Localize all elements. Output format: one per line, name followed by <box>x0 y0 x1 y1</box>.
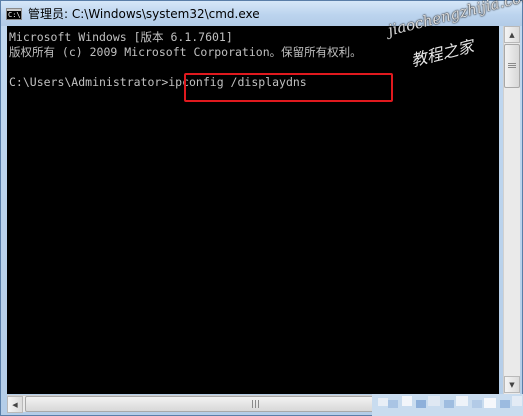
title-bar[interactable]: C:\ 管理员: C:\Windows\system32\cmd.exe <box>1 1 522 26</box>
grip-icon <box>508 63 516 69</box>
console-line-command: C:\Users\Administrator>ipconfig /display… <box>9 75 307 89</box>
arrow-down-icon[interactable]: ▼ <box>504 376 520 393</box>
console-output[interactable]: Microsoft Windows [版本 6.1.7601] 版权所有 (c)… <box>7 26 499 394</box>
arrow-left-icon[interactable]: ◀ <box>7 396 23 413</box>
cmd-console-icon[interactable]: C:\ <box>6 7 22 20</box>
vertical-scrollbar[interactable]: ▲ ▼ <box>503 26 520 394</box>
console-line-version: Microsoft Windows [版本 6.1.7601] <box>9 30 233 44</box>
arrow-up-icon[interactable]: ▲ <box>504 26 520 43</box>
vertical-scroll-thumb[interactable] <box>504 44 520 88</box>
horizontal-scrollbar[interactable]: ◀ ▶ <box>7 395 503 413</box>
window-title: 管理员: C:\Windows\system32\cmd.exe <box>28 7 260 21</box>
cmd-window: C:\ 管理员: C:\Windows\system32\cmd.exe Mic… <box>0 0 523 416</box>
arrow-right-icon[interactable]: ▶ <box>486 396 502 413</box>
horizontal-scroll-thumb[interactable] <box>25 396 487 412</box>
grip-icon <box>252 400 260 408</box>
console-line-copyright: 版权所有 (c) 2009 Microsoft Corporation。保留所有… <box>9 45 362 59</box>
cmd-icon-glyph: C:\ <box>8 10 21 19</box>
